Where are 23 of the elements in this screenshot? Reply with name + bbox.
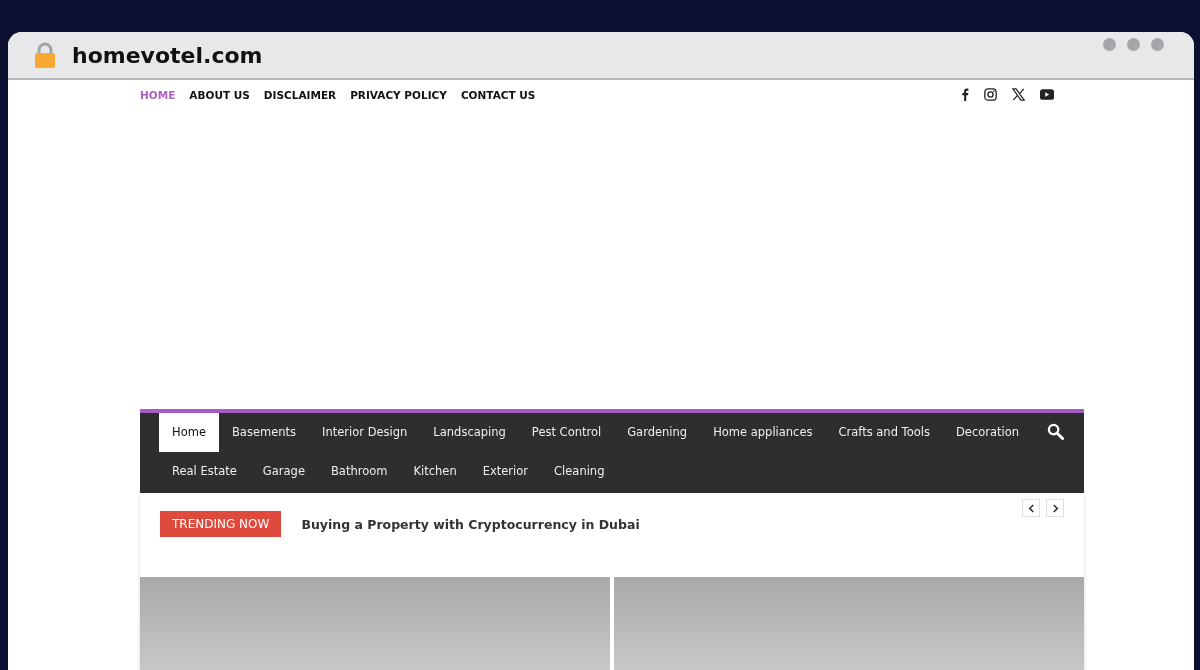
nav-tab[interactable]: Basements: [218, 413, 310, 452]
nav-tab[interactable]: Landscaping: [420, 413, 519, 452]
nav-tab[interactable]: Home: [159, 413, 219, 452]
nav-tab[interactable]: Interior Design: [309, 413, 421, 452]
nav-tab[interactable]: Home appliances: [700, 413, 826, 452]
nav-tab[interactable]: Bathroom: [317, 452, 401, 491]
top-menu-link[interactable]: DISCLAIMER: [263, 88, 337, 101]
nav-tab[interactable]: Exterior: [469, 452, 542, 491]
top-menu-link[interactable]: HOME: [140, 88, 176, 101]
top-menu-link[interactable]: PRIVACY POLICY: [350, 88, 447, 101]
top-menu-link[interactable]: CONTACT US: [460, 88, 536, 101]
nav-tab[interactable]: Decoration: [942, 413, 1033, 452]
nav-tab[interactable]: Crafts and Tools: [825, 413, 943, 452]
trending-headline-link[interactable]: Buying a Property with Cryptocurrency in Dubai: [301, 516, 640, 532]
nav-tab[interactable]: Kitchen: [400, 452, 470, 491]
top-menu-link[interactable]: ABOUT US: [189, 88, 250, 101]
trending-label: TRENDING NOW: [160, 511, 282, 537]
address-text[interactable]: homevotel.com: [72, 42, 263, 68]
nav-tab[interactable]: Cleaning: [541, 452, 618, 491]
nav-tab[interactable]: Garage: [249, 452, 318, 491]
nav-tab[interactable]: Gardening: [614, 413, 701, 452]
nav-tab[interactable]: Real Estate: [159, 452, 250, 491]
nav-tab[interactable]: Pest Control: [518, 413, 615, 452]
